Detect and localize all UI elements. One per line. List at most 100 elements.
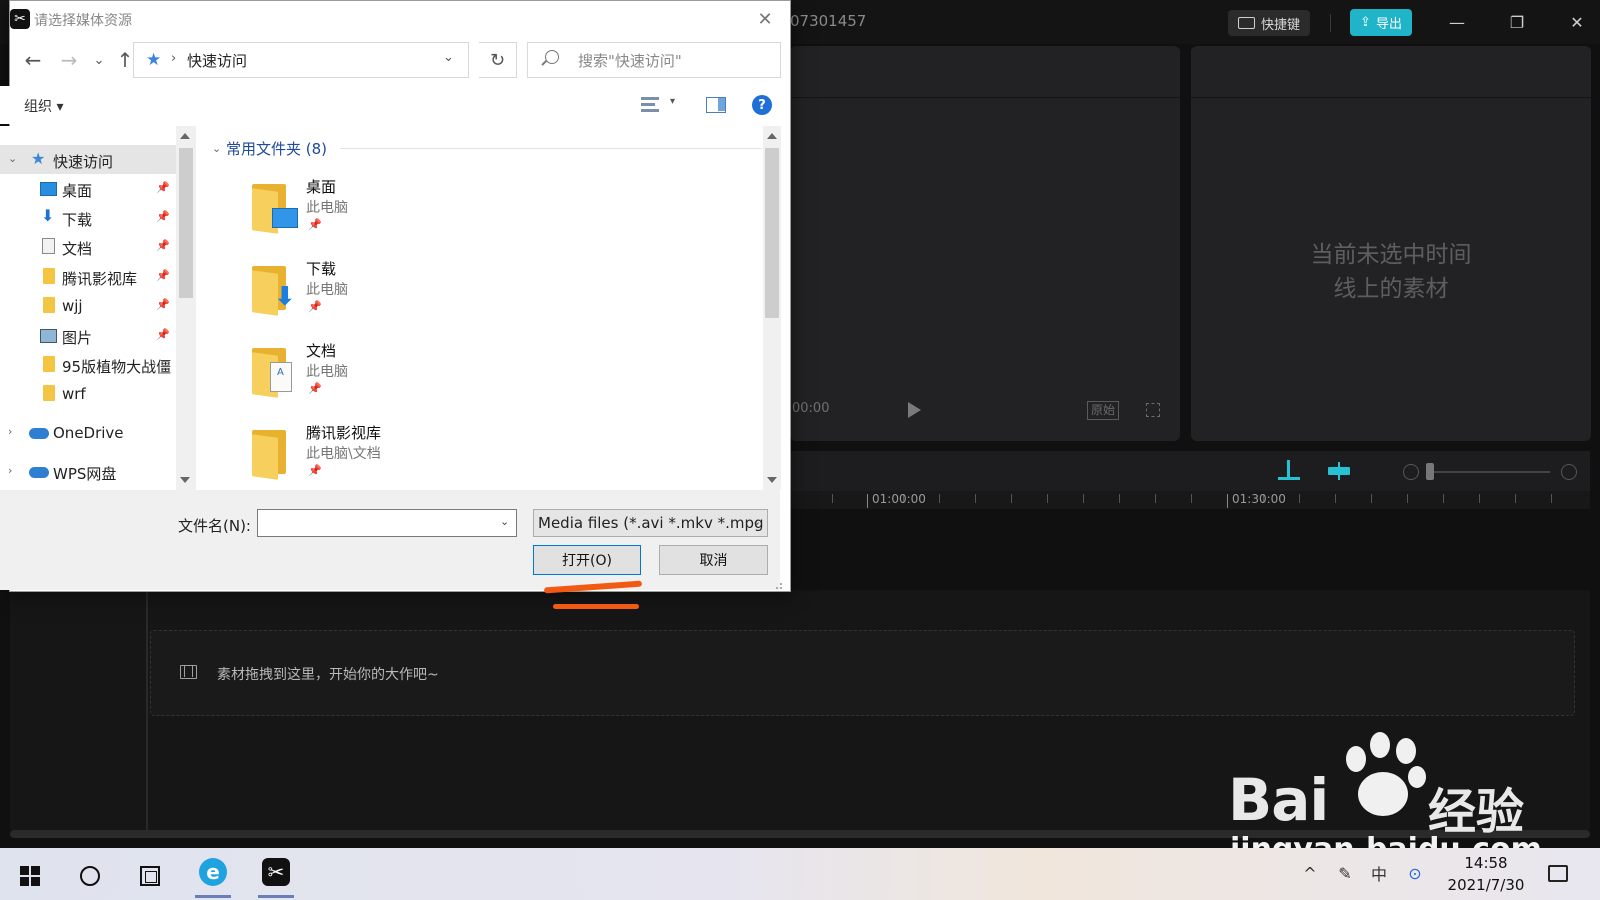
- folder-item-desktop[interactable]: 桌面 此电脑 📌: [250, 176, 570, 254]
- file-type-filter-select[interactable]: Media files (*.avi *.mkv *.mpg: [533, 509, 768, 537]
- taskbar-edge-browser[interactable]: e: [191, 850, 235, 898]
- scrollbar-thumb[interactable]: [179, 148, 193, 298]
- group-collapse-chevron-icon[interactable]: ⌄: [212, 142, 221, 155]
- folder-icon: [43, 297, 55, 313]
- original-ratio-button[interactable]: 原始: [1087, 401, 1120, 420]
- capcut-logo-icon: ✂: [10, 9, 30, 29]
- folder-item-documents[interactable]: 文档 此电脑 📌: [250, 340, 570, 418]
- export-button[interactable]: ⇪ 导出: [1350, 9, 1412, 36]
- nav-item-tencent-video-library[interactable]: 腾讯影视库 📌: [0, 262, 176, 291]
- windows-start-icon[interactable]: [20, 866, 40, 886]
- address-dropdown-chevron-icon[interactable]: ⌄: [443, 50, 454, 65]
- keyboard-icon: [1237, 17, 1255, 29]
- folder-item-downloads[interactable]: ⬇ 下载 此电脑 📌: [250, 258, 570, 336]
- notification-center-icon[interactable]: [1548, 865, 1568, 882]
- file-list-scrollbar[interactable]: [763, 126, 781, 490]
- nav-item-downloads[interactable]: ⬇ 下载 📌: [0, 203, 176, 232]
- ruler-tick: [975, 494, 976, 503]
- organize-menu-button[interactable]: 组织 ▾: [24, 96, 63, 116]
- back-arrow-icon[interactable]: ←: [20, 46, 46, 74]
- change-view-icon[interactable]: [641, 96, 659, 112]
- magnet-snap-icon[interactable]: [1278, 460, 1300, 480]
- file-type-dropdown-chevron-icon[interactable]: ⌄: [752, 515, 761, 528]
- shortcut-button[interactable]: 快捷键: [1228, 10, 1310, 36]
- scroll-up-icon[interactable]: [180, 133, 190, 139]
- annotation-underline-stroke: [553, 604, 639, 609]
- preview-pane-icon[interactable]: [706, 97, 726, 113]
- collapse-chevron-icon[interactable]: ⌄: [8, 152, 17, 165]
- ruler-tick: [1299, 494, 1300, 503]
- split-link-icon[interactable]: [1328, 462, 1350, 480]
- ruler-label: 01:00:00: [872, 492, 926, 506]
- refresh-icon[interactable]: ↻: [479, 42, 517, 78]
- open-button[interactable]: 打开(O): [533, 545, 641, 575]
- navigation-pane-scrollbar[interactable]: [176, 126, 196, 490]
- recent-locations-chevron-icon[interactable]: ⌄: [86, 46, 112, 74]
- scroll-down-icon[interactable]: [767, 477, 777, 483]
- ruler-tick: [1083, 494, 1084, 503]
- nav-item-wrf[interactable]: wrf: [0, 379, 176, 408]
- resize-grip-icon[interactable]: [776, 583, 782, 589]
- nav-item-documents[interactable]: 文档 📌: [0, 232, 176, 261]
- downloads-folder-icon: ⬇: [250, 266, 298, 316]
- filename-combobox[interactable]: [257, 509, 517, 537]
- view-dropdown-chevron-icon[interactable]: ▾: [670, 96, 675, 107]
- address-breadcrumb[interactable]: 快速访问: [187, 50, 247, 71]
- command-bar: [0, 86, 780, 124]
- cortana-search-icon[interactable]: [80, 866, 100, 886]
- nav-item-label: OneDrive: [53, 424, 124, 442]
- tray-overflow-chevron-icon[interactable]: ^: [1299, 862, 1321, 884]
- nav-item-onedrive[interactable]: › OneDrive: [0, 418, 176, 447]
- nav-item-wps-drive[interactable]: › WPS网盘: [0, 457, 176, 486]
- nav-item-pictures[interactable]: 图片 📌: [0, 321, 176, 350]
- clock-time[interactable]: 14:58: [1446, 854, 1526, 872]
- fullscreen-icon[interactable]: [1146, 403, 1160, 417]
- minimize-icon[interactable]: —: [1442, 8, 1472, 36]
- zoom-slider-track[interactable]: [1430, 471, 1550, 473]
- frequent-folders-group-header[interactable]: 常用文件夹 (8): [226, 138, 327, 159]
- project-name: 07301457: [790, 12, 867, 30]
- baidu-paw-logo-icon: [1338, 730, 1428, 820]
- filename-input[interactable]: [258, 510, 488, 536]
- folder-item-tencent-video-library[interactable]: 腾讯影视库 此电脑\文档 📌: [250, 422, 570, 500]
- dialog-close-icon[interactable]: ✕: [752, 6, 778, 32]
- nav-item-label: wrf: [62, 385, 86, 403]
- zoom-slider-handle[interactable]: [1426, 463, 1434, 480]
- nav-item-wjj[interactable]: wjj 📌: [0, 291, 176, 320]
- zoom-in-icon[interactable]: [1561, 464, 1577, 480]
- nav-item-pvz-folder[interactable]: 95版植物大战僵: [0, 350, 176, 379]
- cancel-button[interactable]: 取消: [659, 545, 768, 575]
- scroll-up-icon[interactable]: [767, 133, 777, 139]
- search-placeholder[interactable]: 搜索"快速访问": [578, 50, 682, 71]
- folder-location: 此电脑: [306, 364, 348, 380]
- ruler-tick: [1443, 494, 1444, 503]
- address-bar[interactable]: [133, 42, 469, 78]
- input-method-icon[interactable]: 中: [1368, 862, 1390, 884]
- ifly-input-icon[interactable]: ⊙: [1404, 862, 1426, 884]
- close-icon[interactable]: ✕: [1562, 8, 1592, 36]
- filename-dropdown-chevron-icon[interactable]: ⌄: [500, 515, 509, 528]
- scroll-down-icon[interactable]: [180, 477, 190, 483]
- scrollbar-thumb[interactable]: [765, 148, 779, 318]
- forward-arrow-icon[interactable]: →: [56, 46, 82, 74]
- ruler-label: 01:30:00: [1232, 492, 1286, 506]
- taskbar-capcut-app[interactable]: ✂: [254, 850, 298, 898]
- pin-icon: 📌: [156, 269, 170, 282]
- expand-chevron-icon[interactable]: ›: [8, 464, 12, 477]
- nav-item-quick-access[interactable]: ⌄ ★ 快速访问: [0, 145, 176, 174]
- document-icon: [42, 238, 55, 254]
- pin-icon: 📌: [308, 382, 322, 395]
- play-icon[interactable]: [908, 402, 921, 418]
- ruler-tick: [939, 494, 940, 503]
- zoom-out-icon[interactable]: [1403, 464, 1419, 480]
- nav-item-desktop[interactable]: 桌面 📌: [0, 174, 176, 203]
- pen-workspace-icon[interactable]: ✎: [1334, 862, 1356, 884]
- folder-icon: [250, 430, 298, 480]
- clock-date[interactable]: 2021/7/30: [1436, 876, 1536, 894]
- ruler-tick: [1155, 494, 1156, 503]
- help-icon[interactable]: ?: [752, 95, 772, 115]
- task-view-icon[interactable]: [140, 866, 160, 886]
- expand-chevron-icon[interactable]: ›: [8, 425, 12, 438]
- baidu-jingyan-watermark: Bai 经验 jingyan.baidu.com: [1228, 730, 1588, 867]
- restore-icon[interactable]: ❐: [1502, 8, 1532, 36]
